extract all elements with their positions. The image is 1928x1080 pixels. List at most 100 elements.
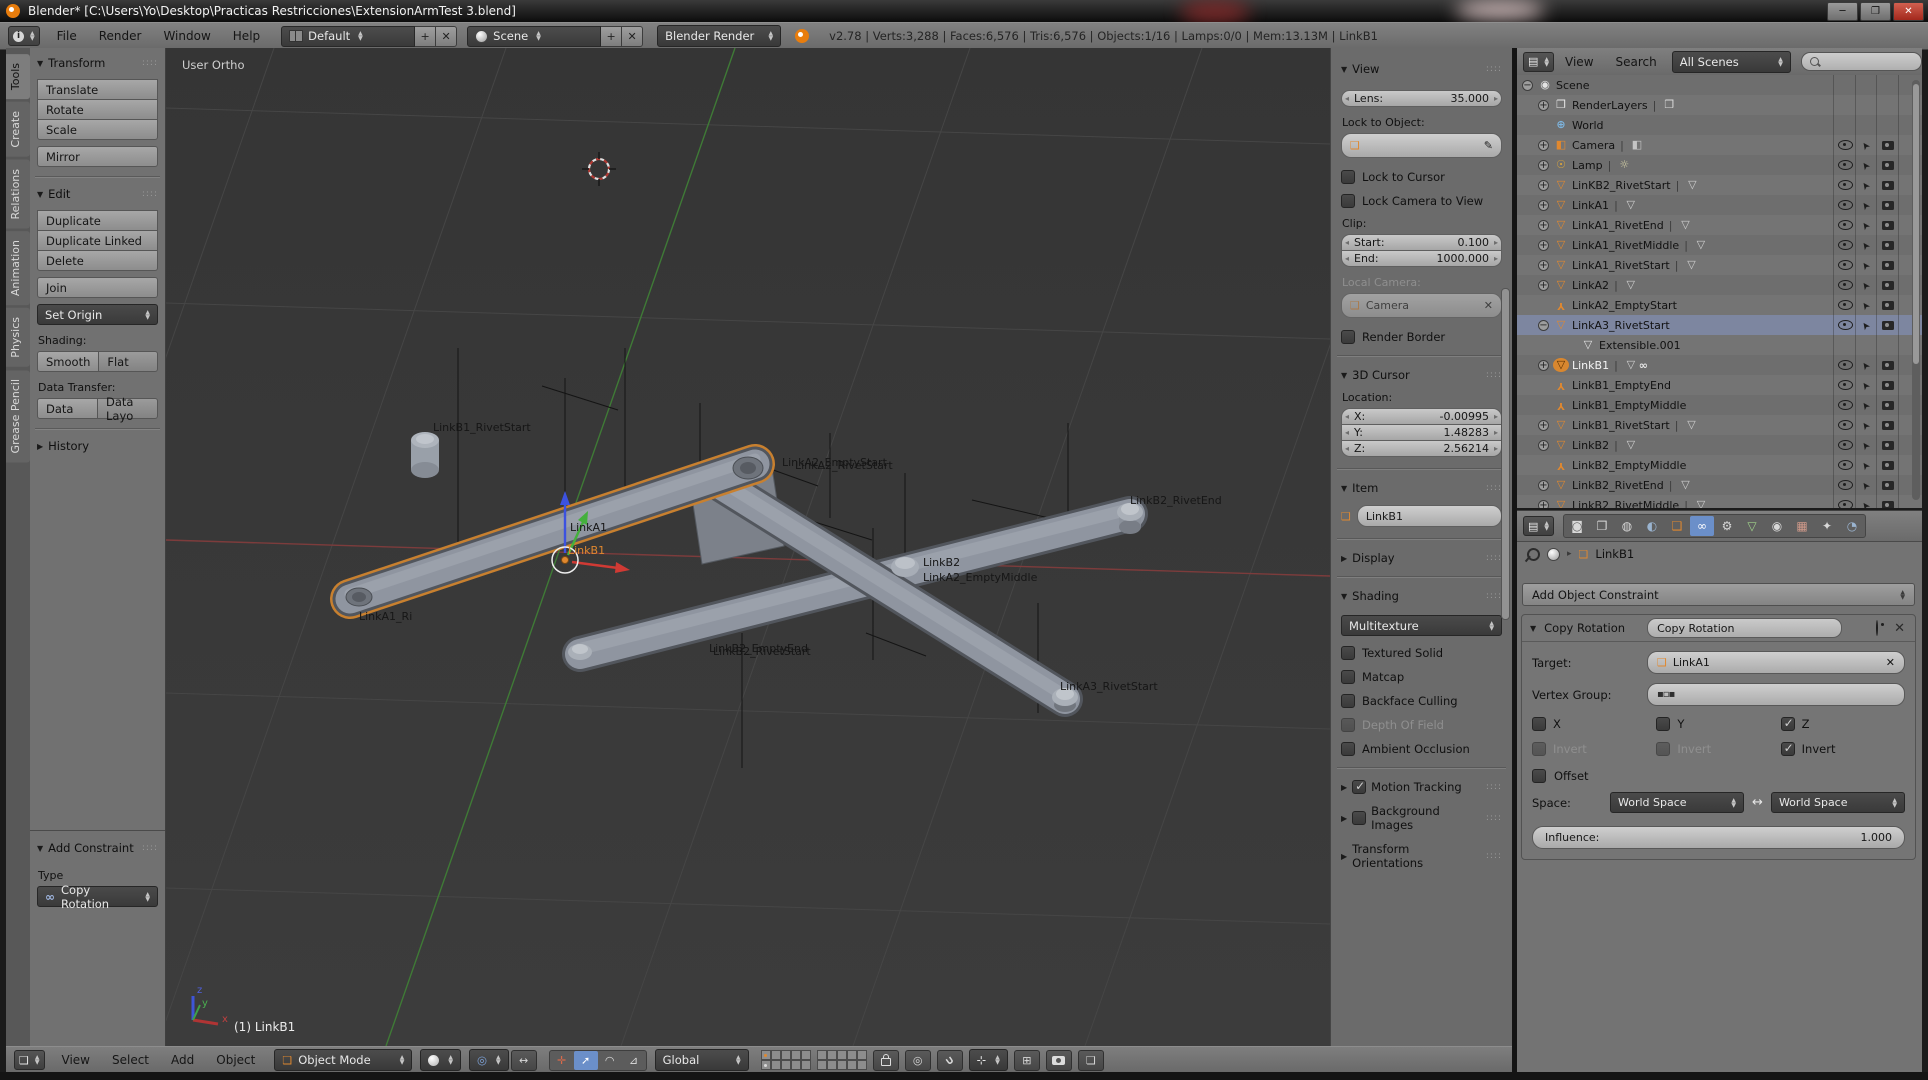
motion-tracking-header[interactable]: ▶ Motion Tracking:::: (1341, 780, 1502, 794)
checkbox[interactable] (1341, 694, 1355, 708)
viewport-menu-item[interactable]: Object (205, 1048, 266, 1072)
outliner-row[interactable]: Scene | ∞ ➤ (1517, 75, 1922, 95)
selectable-arrow-icon[interactable]: ➤ (1860, 278, 1874, 291)
scrollbar[interactable] (1501, 288, 1510, 620)
cursor-y-field[interactable]: ◂Y:1.48283▸ (1341, 424, 1502, 441)
outliner-row[interactable]: Extensible.001 | ∞ ➤ (1517, 335, 1922, 355)
shade-flat-button[interactable]: Flat (98, 351, 158, 372)
toolshelf-tab[interactable]: Animation (6, 231, 30, 305)
properties-tab[interactable]: ∞ (1690, 516, 1714, 536)
axis-toggle[interactable]: Y (1656, 717, 1780, 731)
shading-option-row[interactable]: Matcap (1341, 670, 1502, 684)
layer-toggle[interactable] (837, 1050, 847, 1060)
checkbox[interactable] (1341, 646, 1355, 660)
clip-end-field[interactable]: ◂End:1000.000▸ (1341, 250, 1502, 267)
expander-icon[interactable] (1538, 440, 1549, 451)
offset-row[interactable]: Offset (1522, 769, 1915, 783)
renderable-camera-icon[interactable] (1882, 381, 1894, 390)
outliner-item-label[interactable]: LinkB2_RivetEnd (1572, 479, 1664, 492)
lock-object-field[interactable]: ❑ ✎ (1341, 133, 1502, 158)
item-name-field[interactable]: LinkB1 (1357, 505, 1502, 527)
shading-mode-dropdown[interactable]: Multitexture▲▼ (1341, 615, 1502, 636)
renderable-camera-icon[interactable] (1882, 161, 1894, 170)
target-space-dropdown[interactable]: World Space▲▼ (1610, 792, 1744, 813)
selectable-arrow-icon[interactable]: ➤ (1860, 378, 1874, 391)
minimize-button[interactable]: ─ (1827, 2, 1858, 21)
visibility-eye-icon[interactable] (1838, 220, 1853, 230)
lens-field[interactable]: ◂Lens:35.000▸ (1341, 90, 1502, 107)
constraint-type-dropdown[interactable]: ∞ Copy Rotation ▲▼ (37, 886, 158, 907)
renderable-camera-icon[interactable] (1882, 221, 1894, 230)
checkbox[interactable] (1352, 811, 1366, 825)
outliner-item-label[interactable]: LinkA2_EmptyStart (1572, 299, 1677, 312)
visibility-eye-icon[interactable] (1838, 320, 1853, 330)
add-scene-button[interactable]: + (601, 26, 622, 47)
edit-button[interactable]: Duplicate Linked (37, 230, 158, 251)
outliner-item-label[interactable]: LinkA1_RivetMiddle (1572, 239, 1679, 252)
visibility-eye-icon[interactable] (1838, 440, 1853, 450)
selectable-arrow-icon[interactable]: ➤ (1860, 318, 1874, 331)
3d-viewport[interactable]: User Ortho LinkB1_RivetStartLinkA1LinkB1… (166, 48, 1330, 1046)
layer-toggle[interactable] (771, 1050, 781, 1060)
expander-icon[interactable] (1522, 80, 1533, 91)
renderable-camera-icon[interactable] (1882, 241, 1894, 250)
viewport-menu-item[interactable]: Add (160, 1048, 205, 1072)
snap-toggle[interactable]: ∪ (937, 1050, 963, 1071)
outliner-row[interactable]: LinkB1_EmptyMiddle | ∞ ➤ (1517, 395, 1922, 415)
outliner-item-label[interactable]: LinkB1_EmptyMiddle (1572, 399, 1686, 412)
renderable-camera-icon[interactable] (1882, 461, 1894, 470)
viewport-menu-item[interactable]: View (51, 1048, 101, 1072)
outliner-row[interactable]: LinkA1_RivetStart | ∞ ➤ (1517, 255, 1922, 275)
checkbox[interactable] (1781, 742, 1795, 756)
checkbox[interactable] (1341, 194, 1355, 208)
outliner-item-label[interactable]: LinKB2_RivetStart (1572, 179, 1671, 192)
add-object-constraint-button[interactable]: Add Object Constraint▲▼ (1522, 583, 1915, 606)
expander-icon[interactable] (1538, 320, 1549, 331)
viewport-shading-dropdown[interactable]: ▲▼ (420, 1049, 461, 1071)
visibility-eye-icon[interactable] (1838, 260, 1853, 270)
constraint-panel-header[interactable]: ▼ Copy Rotation Copy Rotation ✕ (1522, 615, 1915, 642)
outliner-row[interactable]: LinkB1_RivetStart | ∞ ➤ (1517, 415, 1922, 435)
visibility-eye-icon[interactable] (1838, 460, 1853, 470)
layer-toggle[interactable] (761, 1050, 771, 1060)
outliner-item-label[interactable]: LinkA2 (1572, 279, 1609, 292)
item-panel-header[interactable]: ▼Item:::: (1341, 481, 1502, 495)
set-origin-dropdown[interactable]: Set Origin▲▼ (37, 304, 158, 325)
screen-layout-selector[interactable]: Default▲▼ + ✕ (281, 27, 457, 46)
scrollbar[interactable] (1912, 80, 1920, 500)
renderable-camera-icon[interactable] (1882, 141, 1894, 150)
outliner-row[interactable]: LinkA3_RivetStart | ∞ ➤ (1517, 315, 1922, 335)
cursor-x-field[interactable]: ◂X:-0.00995▸ (1341, 408, 1502, 425)
selectable-arrow-icon[interactable]: ➤ (1860, 238, 1874, 251)
layer-toggle[interactable] (837, 1060, 847, 1070)
render-engine-select[interactable]: Blender Render▲▼ (657, 25, 781, 47)
selectable-arrow-icon[interactable]: ➤ (1860, 178, 1874, 191)
outliner-item-label[interactable]: LinkB1_EmptyEnd (1572, 379, 1671, 392)
outliner-view-menu[interactable]: View (1554, 50, 1604, 74)
selectable-arrow-icon[interactable]: ➤ (1860, 398, 1874, 411)
expander-icon[interactable] (1538, 100, 1549, 111)
checkbox[interactable] (1656, 742, 1670, 756)
outliner-search-menu[interactable]: Search (1605, 50, 1668, 74)
outliner-item-label[interactable]: Camera (1572, 139, 1615, 152)
axis-toggle[interactable]: X (1532, 717, 1656, 731)
edit-button[interactable]: Delete (37, 250, 158, 271)
constraint-eye-icon[interactable] (1876, 621, 1878, 635)
layer-toggle[interactable] (857, 1050, 867, 1060)
pin-icon[interactable] (1524, 545, 1542, 563)
outliner-row[interactable]: LinkB2_EmptyMiddle | ∞ ➤ (1517, 455, 1922, 475)
transform-button[interactable]: Translate (37, 79, 158, 100)
selectable-arrow-icon[interactable]: ➤ (1860, 258, 1874, 271)
checkbox[interactable] (1341, 330, 1355, 344)
background-images-header[interactable]: ▶ Background Images:::: (1341, 804, 1502, 832)
editor-type-button[interactable]: ▤▲▼ (1523, 516, 1554, 536)
outliner-item-label[interactable]: LinkB1 (1572, 359, 1609, 372)
menu-item[interactable]: Window (152, 24, 221, 48)
opengl-render-button[interactable] (1046, 1050, 1072, 1071)
proportional-edit-toggle[interactable]: ◎ (905, 1050, 931, 1071)
checkbox[interactable] (1352, 780, 1366, 794)
lock-camera-row[interactable]: Lock Camera to View (1341, 194, 1502, 208)
edit-panel-header[interactable]: ▼ Edit:::: (37, 187, 158, 201)
checkbox[interactable] (1532, 769, 1546, 783)
outliner-row[interactable]: LinkA1_RivetMiddle | ∞ ➤ (1517, 235, 1922, 255)
